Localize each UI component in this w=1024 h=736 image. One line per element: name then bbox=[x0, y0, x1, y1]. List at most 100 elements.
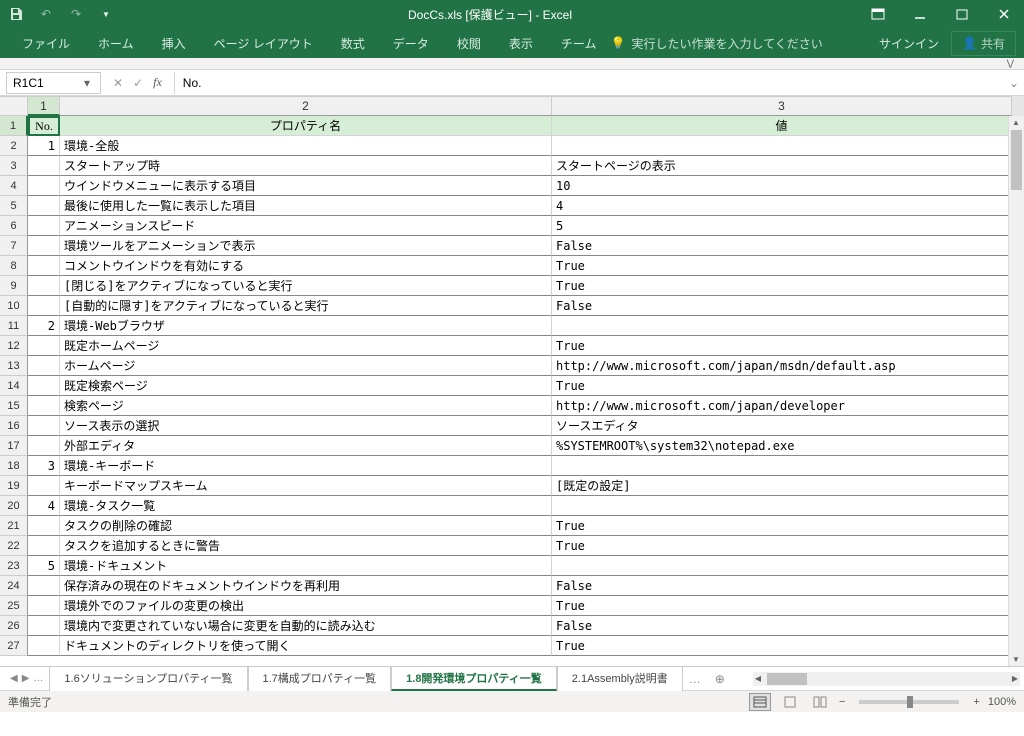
cell-prop[interactable]: ソース表示の選択 bbox=[60, 416, 552, 436]
cell-prop[interactable]: ウインドウメニューに表示する項目 bbox=[60, 176, 552, 196]
signin-link[interactable]: サインイン bbox=[879, 35, 939, 52]
horizontal-scrollbar[interactable]: ◀ ▶ bbox=[753, 672, 1020, 686]
cell-no[interactable]: 5 bbox=[28, 556, 60, 576]
tab-data[interactable]: データ bbox=[379, 29, 443, 58]
cell-no[interactable] bbox=[28, 196, 60, 216]
row-header[interactable]: 9 bbox=[0, 276, 28, 296]
zoom-value[interactable]: 100% bbox=[988, 696, 1016, 708]
sheet-tab[interactable]: 1.8開発環境プロパティ一覧 bbox=[391, 667, 557, 691]
cell-val[interactable]: スタートページの表示 bbox=[552, 156, 1012, 176]
cell-no[interactable] bbox=[28, 156, 60, 176]
qat-dropdown-icon[interactable]: ▼ bbox=[98, 6, 114, 22]
cell-header-val[interactable]: 値 bbox=[552, 116, 1012, 136]
sheet-nav-next-icon[interactable]: ▶ bbox=[22, 673, 30, 684]
row-header[interactable]: 1 bbox=[0, 116, 28, 136]
col-header-1[interactable]: 1 bbox=[28, 96, 60, 116]
cell-val[interactable]: http://www.microsoft.com/japan/msdn/defa… bbox=[552, 356, 1012, 376]
cell-prop[interactable]: タスクの削除の確認 bbox=[60, 516, 552, 536]
cell-val[interactable]: True bbox=[552, 376, 1012, 396]
cell-val[interactable]: True bbox=[552, 256, 1012, 276]
cell-prop[interactable]: 環境外でのファイルの変更の検出 bbox=[60, 596, 552, 616]
cell-no[interactable] bbox=[28, 416, 60, 436]
cell-prop[interactable]: スタートアップ時 bbox=[60, 156, 552, 176]
cell-no[interactable] bbox=[28, 636, 60, 656]
add-sheet-icon[interactable]: ⊕ bbox=[707, 672, 733, 686]
cell-prop[interactable]: アニメーションスピード bbox=[60, 216, 552, 236]
cell-no[interactable]: 2 bbox=[28, 316, 60, 336]
cell-val[interactable]: 10 bbox=[552, 176, 1012, 196]
cell-no[interactable] bbox=[28, 296, 60, 316]
row-header[interactable]: 26 bbox=[0, 616, 28, 636]
cell-prop[interactable]: 最後に使用した一覧に表示した項目 bbox=[60, 196, 552, 216]
cell-prop[interactable]: 環境-ドキュメント bbox=[60, 556, 552, 576]
cell-prop[interactable]: [閉じる]をアクティブになっていると実行 bbox=[60, 276, 552, 296]
row-header[interactable]: 5 bbox=[0, 196, 28, 216]
row-header[interactable]: 18 bbox=[0, 456, 28, 476]
cell-no[interactable] bbox=[28, 536, 60, 556]
spreadsheet-grid[interactable]: 1 2 3 1No.プロパティ名値21環境-全般3スタートアップ時スタートページ… bbox=[0, 96, 1024, 666]
row-header[interactable]: 14 bbox=[0, 376, 28, 396]
row-header[interactable]: 2 bbox=[0, 136, 28, 156]
cell-no[interactable] bbox=[28, 476, 60, 496]
row-header[interactable]: 12 bbox=[0, 336, 28, 356]
row-header[interactable]: 23 bbox=[0, 556, 28, 576]
tab-review[interactable]: 校閲 bbox=[443, 29, 495, 58]
row-header[interactable]: 13 bbox=[0, 356, 28, 376]
cell-val[interactable] bbox=[552, 316, 1012, 336]
tellme-search[interactable]: 💡 実行したい作業を入力してください bbox=[610, 35, 822, 52]
row-header[interactable]: 27 bbox=[0, 636, 28, 656]
sheet-nav-more-icon[interactable]: … bbox=[33, 673, 43, 684]
cell-val[interactable]: True bbox=[552, 336, 1012, 356]
cell-no[interactable] bbox=[28, 596, 60, 616]
tab-insert[interactable]: 挿入 bbox=[148, 29, 200, 58]
zoom-slider[interactable] bbox=[859, 700, 959, 704]
cell-no[interactable] bbox=[28, 436, 60, 456]
row-header[interactable]: 6 bbox=[0, 216, 28, 236]
minimize-icon[interactable] bbox=[908, 4, 932, 24]
row-header[interactable]: 10 bbox=[0, 296, 28, 316]
row-header[interactable]: 24 bbox=[0, 576, 28, 596]
row-header[interactable]: 4 bbox=[0, 176, 28, 196]
cell-val[interactable]: True bbox=[552, 276, 1012, 296]
cell-prop[interactable]: 環境-Webブラウザ bbox=[60, 316, 552, 336]
cell-no[interactable] bbox=[28, 336, 60, 356]
cell-val[interactable]: http://www.microsoft.com/japan/developer bbox=[552, 396, 1012, 416]
cell-prop[interactable]: ドキュメントのディレクトリを使って開く bbox=[60, 636, 552, 656]
cell-no[interactable] bbox=[28, 576, 60, 596]
cell-val[interactable]: False bbox=[552, 236, 1012, 256]
tab-team[interactable]: チーム bbox=[547, 29, 611, 58]
cell-prop[interactable]: 外部エディタ bbox=[60, 436, 552, 456]
row-header[interactable]: 19 bbox=[0, 476, 28, 496]
cell-prop[interactable]: 環境ツールをアニメーションで表示 bbox=[60, 236, 552, 256]
cell-prop[interactable]: 環境-キーボード bbox=[60, 456, 552, 476]
save-icon[interactable] bbox=[8, 6, 24, 22]
row-header[interactable]: 3 bbox=[0, 156, 28, 176]
tab-pagelayout[interactable]: ページ レイアウト bbox=[200, 29, 327, 58]
row-header[interactable]: 8 bbox=[0, 256, 28, 276]
cell-header-prop[interactable]: プロパティ名 bbox=[60, 116, 552, 136]
share-button[interactable]: 👤 共有 bbox=[951, 31, 1016, 56]
sheet-tab[interactable]: 1.7構成プロパティ一覧 bbox=[248, 667, 392, 691]
vscroll-thumb[interactable] bbox=[1011, 130, 1022, 190]
vertical-scrollbar[interactable] bbox=[1008, 116, 1024, 666]
cell-val[interactable]: True bbox=[552, 516, 1012, 536]
cell-val[interactable] bbox=[552, 136, 1012, 156]
fx-icon[interactable]: fx bbox=[153, 75, 162, 90]
zoom-slider-thumb[interactable] bbox=[907, 696, 913, 708]
cell-val[interactable]: False bbox=[552, 296, 1012, 316]
name-box[interactable]: R1C1 ▾ bbox=[6, 72, 101, 94]
zoom-in-icon[interactable]: + bbox=[973, 696, 979, 708]
cell-no[interactable]: 3 bbox=[28, 456, 60, 476]
hscroll-left-icon[interactable]: ◀ bbox=[755, 674, 761, 683]
select-all-corner[interactable] bbox=[0, 96, 28, 116]
cell-header-no[interactable]: No. bbox=[28, 116, 60, 136]
cell-val[interactable] bbox=[552, 556, 1012, 576]
cell-val[interactable] bbox=[552, 496, 1012, 516]
tab-home[interactable]: ホーム bbox=[84, 29, 148, 58]
sheet-nav-prev-icon[interactable]: ◀ bbox=[10, 673, 18, 684]
row-header[interactable]: 21 bbox=[0, 516, 28, 536]
row-header[interactable]: 17 bbox=[0, 436, 28, 456]
cell-prop[interactable]: キーボードマップスキーム bbox=[60, 476, 552, 496]
cell-no[interactable] bbox=[28, 276, 60, 296]
cell-no[interactable] bbox=[28, 256, 60, 276]
